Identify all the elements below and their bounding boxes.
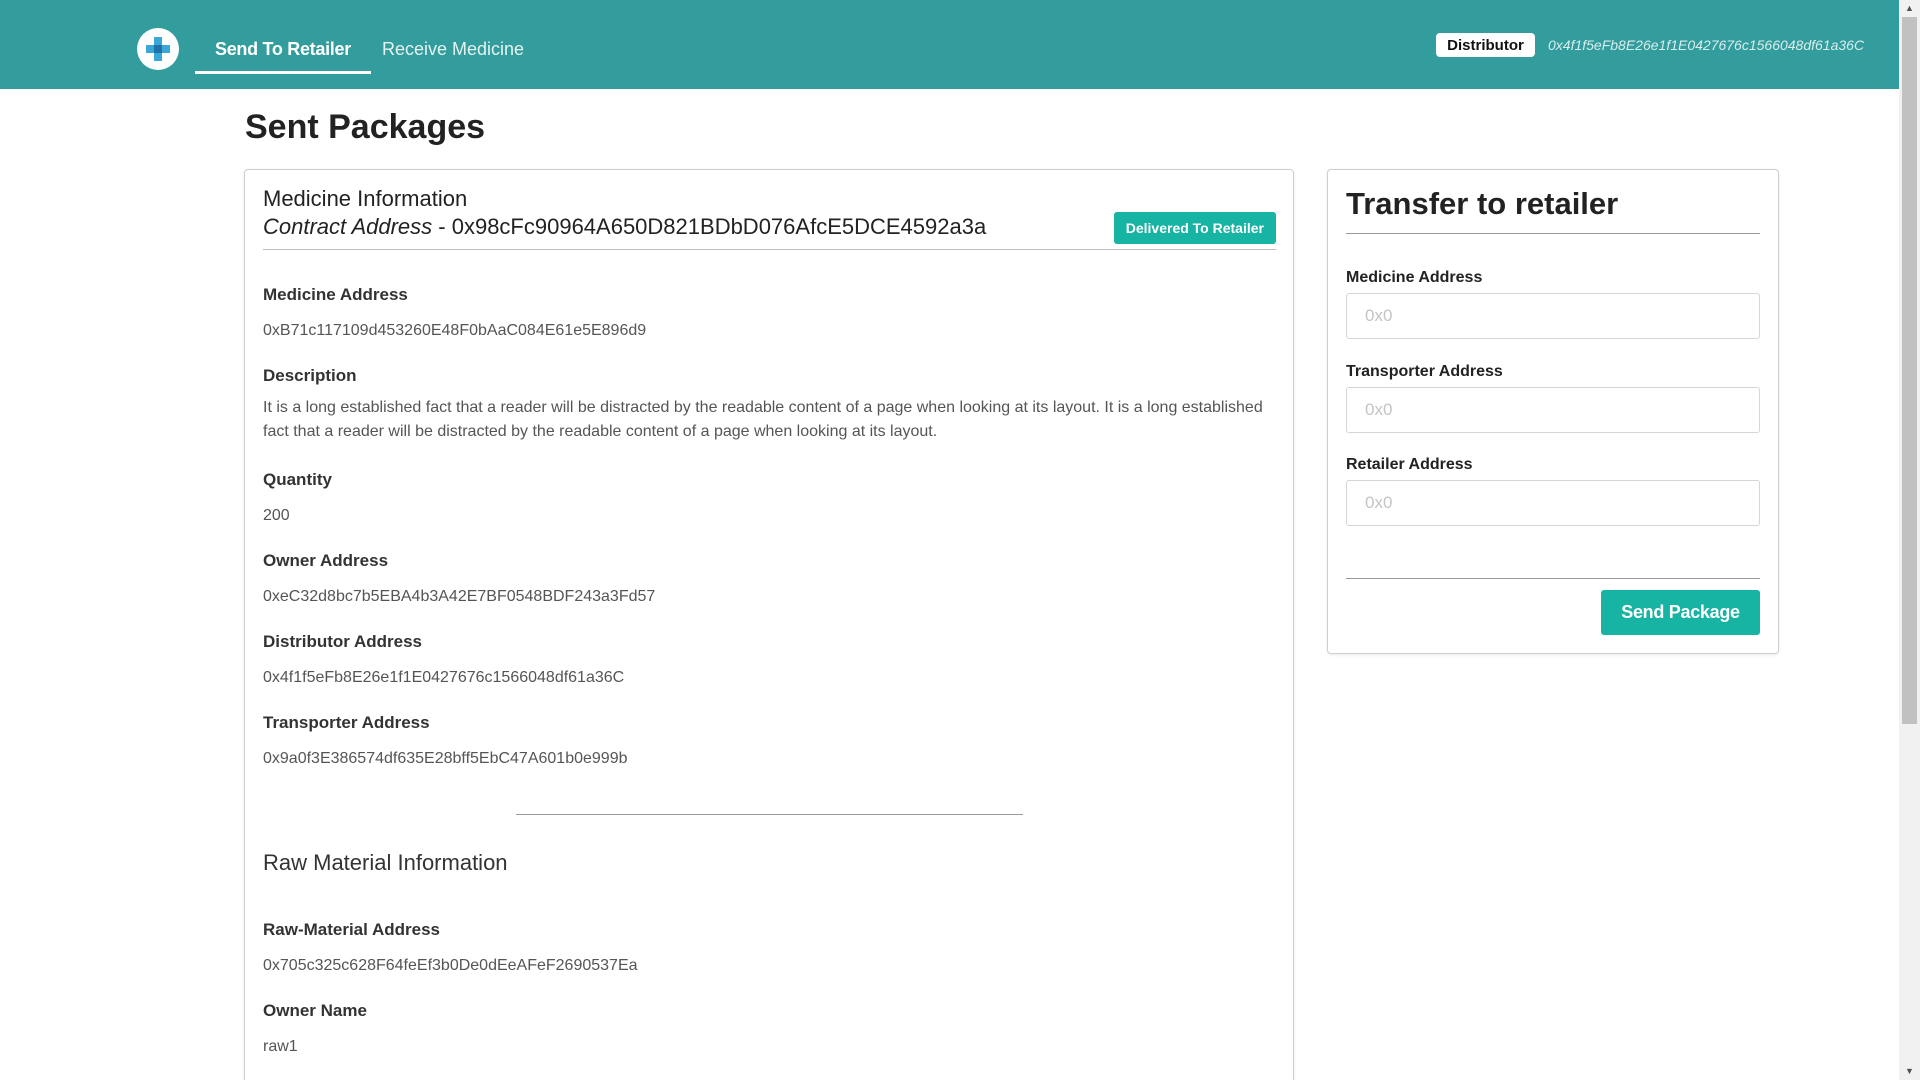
field-value: It is a long established fact that a rea… [263,399,1263,440]
tab-receive-medicine[interactable]: Receive Medicine [382,0,524,74]
transfer-form-card: Transfer to retailer Medicine Address Tr… [1327,169,1779,654]
distributor-address-field: Distributor Address 0x4f1f5eFb8E26e1f1E0… [263,632,624,690]
package-card-header: Medicine Information Contract Address - … [263,186,1276,250]
tab-send-to-retailer[interactable]: Send To Retailer [195,0,371,74]
medicine-address-label: Medicine Address [1346,269,1483,286]
transporter-address-field: Transporter Address 0x9a0f3E386574df635E… [263,713,627,771]
scroll-up-arrow-icon[interactable]: ▲ [1899,0,1920,17]
field-value: 0x4f1f5eFb8E26e1f1E0427676c1566048df61a3… [263,669,625,686]
contract-address-label: Contract Address [263,214,433,239]
top-navbar: Send To Retailer Receive Medicine Distri… [0,0,1899,89]
app-logo[interactable] [137,28,179,70]
field-label: Raw-Material Address [263,920,440,939]
page-title: Sent Packages [245,108,486,146]
raw-material-address-field: Raw-Material Address 0x705c325c628F64feE… [263,920,638,978]
retailer-address-group: Retailer Address [1346,456,1760,526]
account-address: 0x4f1f5eFb8E26e1f1E0427676c1566048df61a3… [1548,37,1865,53]
field-value: 0xB71c117109d453260E48F0bAaC084E61e5E896… [263,322,647,339]
retailer-address-input[interactable] [1346,480,1760,526]
field-label: Medicine Address [263,285,408,304]
transporter-address-input[interactable] [1346,387,1760,433]
scroll-down-arrow-icon[interactable]: ▼ [1899,1063,1920,1080]
form-divider [1346,578,1760,579]
owner-name-field: Owner Name raw1 [263,1001,367,1059]
medicine-address-input[interactable] [1346,293,1760,339]
transporter-address-label: Transporter Address [1346,363,1503,380]
description-field: Description It is a long established fac… [263,366,1273,444]
field-value: 0x9a0f3E386574df635E28bff5EbC47A601b0e99… [263,750,628,767]
field-value: 200 [263,507,290,524]
contract-address-value: 0x98cFc90964A650D821BDbD076AfcE5DCE4592a… [451,214,987,239]
section-divider [516,814,1023,815]
field-label: Quantity [263,470,332,489]
field-label: Owner Name [263,1001,367,1020]
field-value: 0xeC32d8bc7b5EBA4b3A42E7BF0548BDF243a3Fd… [263,588,656,605]
field-label: Distributor Address [263,632,423,651]
medicine-address-group: Medicine Address [1346,269,1760,339]
field-value: 0x705c325c628F64feEf3b0De0dEeAFeF2690537… [263,957,638,974]
send-package-button[interactable]: Send Package [1601,590,1760,635]
retailer-address-label: Retailer Address [1346,456,1473,473]
scrollbar-thumb[interactable] [1902,17,1917,724]
transfer-form-title: Transfer to retailer [1346,186,1760,234]
quantity-field: Quantity 200 [263,470,332,528]
owner-address-field: Owner Address 0xeC32d8bc7b5EBA4b3A42E7BF… [263,551,655,609]
field-label: Owner Address [263,551,389,570]
role-badge: Distributor [1436,33,1535,57]
medicine-address-field: Medicine Address 0xB71c117109d453260E48F… [263,285,646,343]
medical-cross-icon [146,37,170,61]
medicine-info-title: Medicine Information [263,186,468,211]
status-badge: Delivered To Retailer [1113,212,1276,244]
field-label: Description [263,366,357,385]
raw-material-section-title: Raw Material Information [263,850,508,875]
field-value: raw1 [263,1038,298,1055]
field-label: Transporter Address [263,713,430,732]
contract-address-separator: - [432,214,452,239]
page-scrollbar[interactable]: ▲ ▼ [1899,0,1920,1080]
transporter-address-group: Transporter Address [1346,363,1760,433]
package-card: Medicine Information Contract Address - … [244,169,1294,1080]
